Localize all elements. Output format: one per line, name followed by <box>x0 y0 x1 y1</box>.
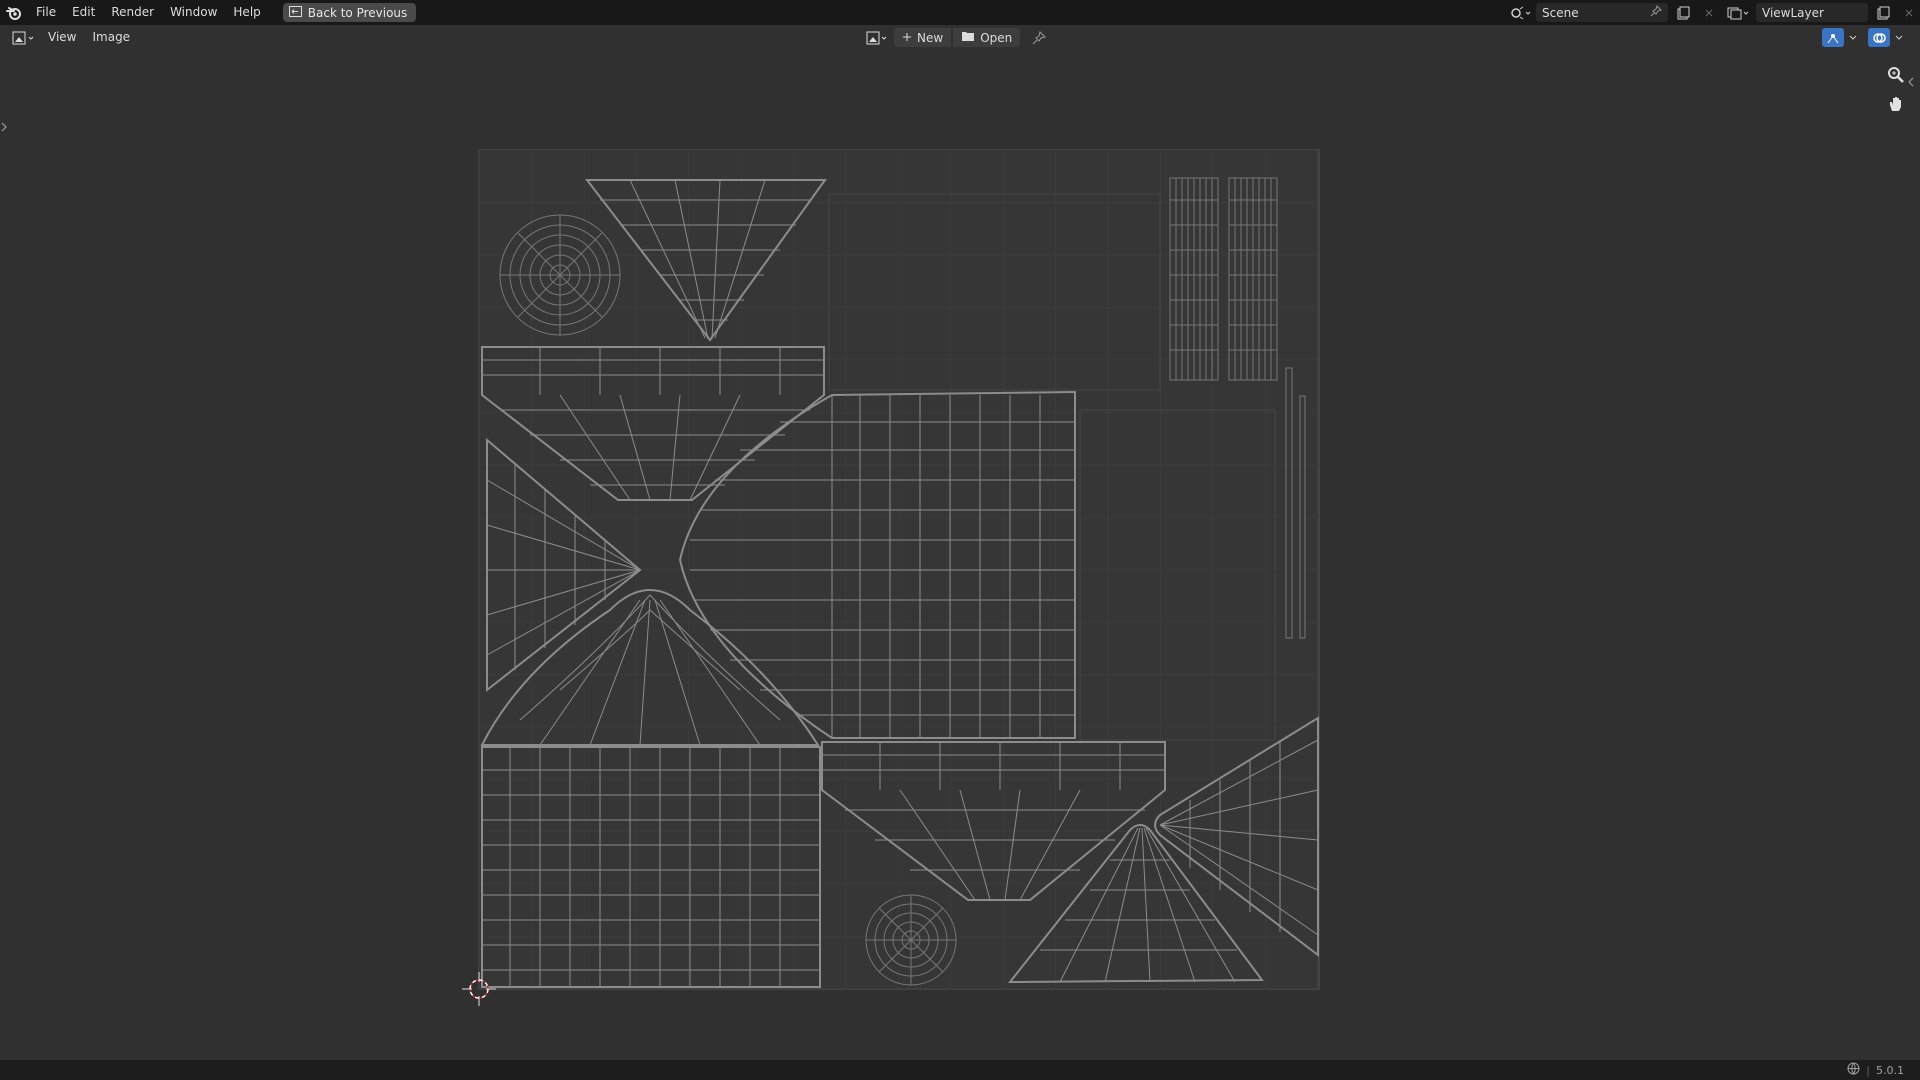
menu-file[interactable]: File <box>28 0 64 25</box>
menu-render[interactable]: Render <box>103 0 162 25</box>
folder-icon <box>961 30 975 45</box>
uv-canvas[interactable] <box>0 50 1920 1060</box>
menu-edit[interactable]: Edit <box>64 0 103 25</box>
uv-viewport[interactable] <box>0 50 1920 1060</box>
scene-name-field[interactable]: Scene <box>1536 3 1668 22</box>
uv-island-disc-lower <box>865 894 957 986</box>
menu-view[interactable]: View <box>40 25 84 50</box>
gizmo-toggle-icon[interactable] <box>1822 28 1844 47</box>
scene-browse-icon[interactable] <box>1510 3 1532 22</box>
view-layer-field[interactable]: ViewLayer <box>1756 3 1868 22</box>
version-info: | 5.0.1 <box>1847 1062 1920 1078</box>
blender-logo-icon[interactable] <box>6 5 22 21</box>
status-bar: | 5.0.1 <box>0 1060 1920 1080</box>
screen-back-icon <box>288 5 302 20</box>
pin-image-icon[interactable] <box>1028 28 1050 47</box>
editor-type-icon[interactable] <box>8 28 40 47</box>
view-layer-browse-icon[interactable] <box>1724 3 1752 22</box>
menu-window[interactable]: Window <box>162 0 225 25</box>
new-image-button[interactable]: New <box>894 28 952 47</box>
new-scene-icon[interactable] <box>1672 3 1694 22</box>
scene-name: Scene <box>1542 5 1579 20</box>
pin-icon[interactable] <box>1650 5 1662 20</box>
view-layer-name: ViewLayer <box>1762 5 1824 20</box>
separator: | <box>1866 1063 1870 1077</box>
top-bar: File Edit Render Window Help Back to Pre… <box>0 0 1920 25</box>
menu-help[interactable]: Help <box>225 0 268 25</box>
uv-island-disc <box>499 214 621 336</box>
network-globe-icon[interactable] <box>1847 1062 1860 1078</box>
open-image-label: Open <box>980 30 1013 45</box>
top-bar-right: Scene ViewLayer <box>1510 0 1920 25</box>
image-browse-controls: New Open <box>864 28 1050 47</box>
new-view-layer-icon[interactable] <box>1872 3 1894 22</box>
delete-view-layer-icon[interactable] <box>1898 3 1920 22</box>
back-to-previous-label: Back to Previous <box>307 5 408 20</box>
header-right-controls <box>1822 28 1906 47</box>
menu-image[interactable]: Image <box>84 25 138 50</box>
new-image-label: New <box>917 30 944 45</box>
delete-scene-icon[interactable] <box>1698 3 1720 22</box>
version-label: 5.0.1 <box>1876 1063 1904 1077</box>
plus-icon <box>902 31 912 45</box>
open-image-button[interactable]: Open <box>953 28 1021 47</box>
image-browse-icon[interactable] <box>864 28 892 47</box>
overlay-toggle-icon[interactable] <box>1868 28 1890 47</box>
back-to-previous-button[interactable]: Back to Previous <box>282 3 417 22</box>
gizmo-dropdown-icon[interactable] <box>1846 28 1860 47</box>
overlay-dropdown-icon[interactable] <box>1892 28 1906 47</box>
image-editor-header: View Image New Open <box>0 25 1920 50</box>
